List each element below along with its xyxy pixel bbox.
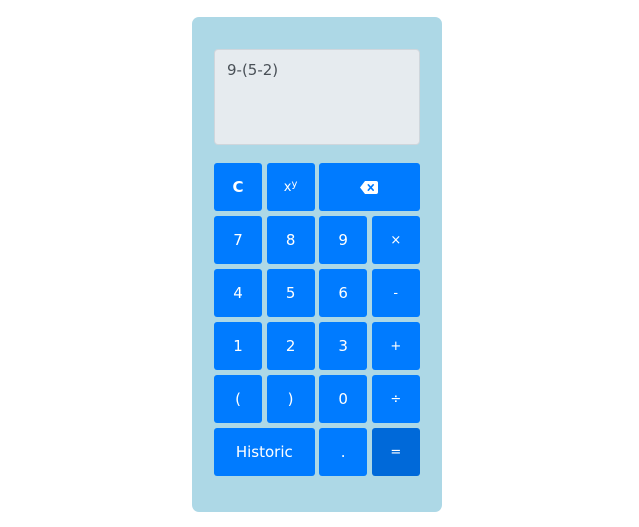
digit-7-button[interactable]: 7	[214, 216, 262, 264]
open-paren-button[interactable]: (	[214, 375, 262, 423]
power-base-label: x	[283, 179, 292, 195]
backspace-icon	[360, 180, 379, 194]
digit-6-button[interactable]: 6	[319, 269, 368, 317]
expression-text: 9-(5-2)	[227, 61, 279, 79]
close-paren-button[interactable]: )	[266, 375, 315, 423]
clear-label: C	[232, 178, 244, 196]
expression-display[interactable]: 9-(5-2)	[214, 49, 420, 145]
digit-0-button[interactable]: 0	[319, 375, 368, 423]
digit-9-button[interactable]: 9	[319, 216, 368, 264]
digit-5-button[interactable]: 5	[266, 269, 315, 317]
divide-button[interactable]: ÷	[371, 375, 420, 423]
keypad: C xy 7 8 9 × 4 5 6 - 1 2 3 + ( ) 0 ÷ His…	[214, 163, 420, 476]
historic-button[interactable]: Historic	[214, 428, 315, 476]
backspace-button[interactable]	[319, 163, 420, 211]
power-exponent-label: y	[291, 178, 298, 190]
digit-4-button[interactable]: 4	[214, 269, 262, 317]
calculator-panel: 9-(5-2) C xy 7 8 9 × 4 5 6 - 1 2 3 + ( )…	[192, 17, 442, 512]
multiply-button[interactable]: ×	[371, 216, 420, 264]
clear-button[interactable]: C	[214, 163, 262, 211]
equals-button[interactable]: =	[371, 428, 420, 476]
power-button[interactable]: xy	[266, 163, 315, 211]
subtract-button[interactable]: -	[371, 269, 420, 317]
digit-1-button[interactable]: 1	[214, 322, 262, 370]
add-button[interactable]: +	[371, 322, 420, 370]
decimal-button[interactable]: .	[319, 428, 368, 476]
digit-8-button[interactable]: 8	[266, 216, 315, 264]
digit-3-button[interactable]: 3	[319, 322, 368, 370]
digit-2-button[interactable]: 2	[266, 322, 315, 370]
